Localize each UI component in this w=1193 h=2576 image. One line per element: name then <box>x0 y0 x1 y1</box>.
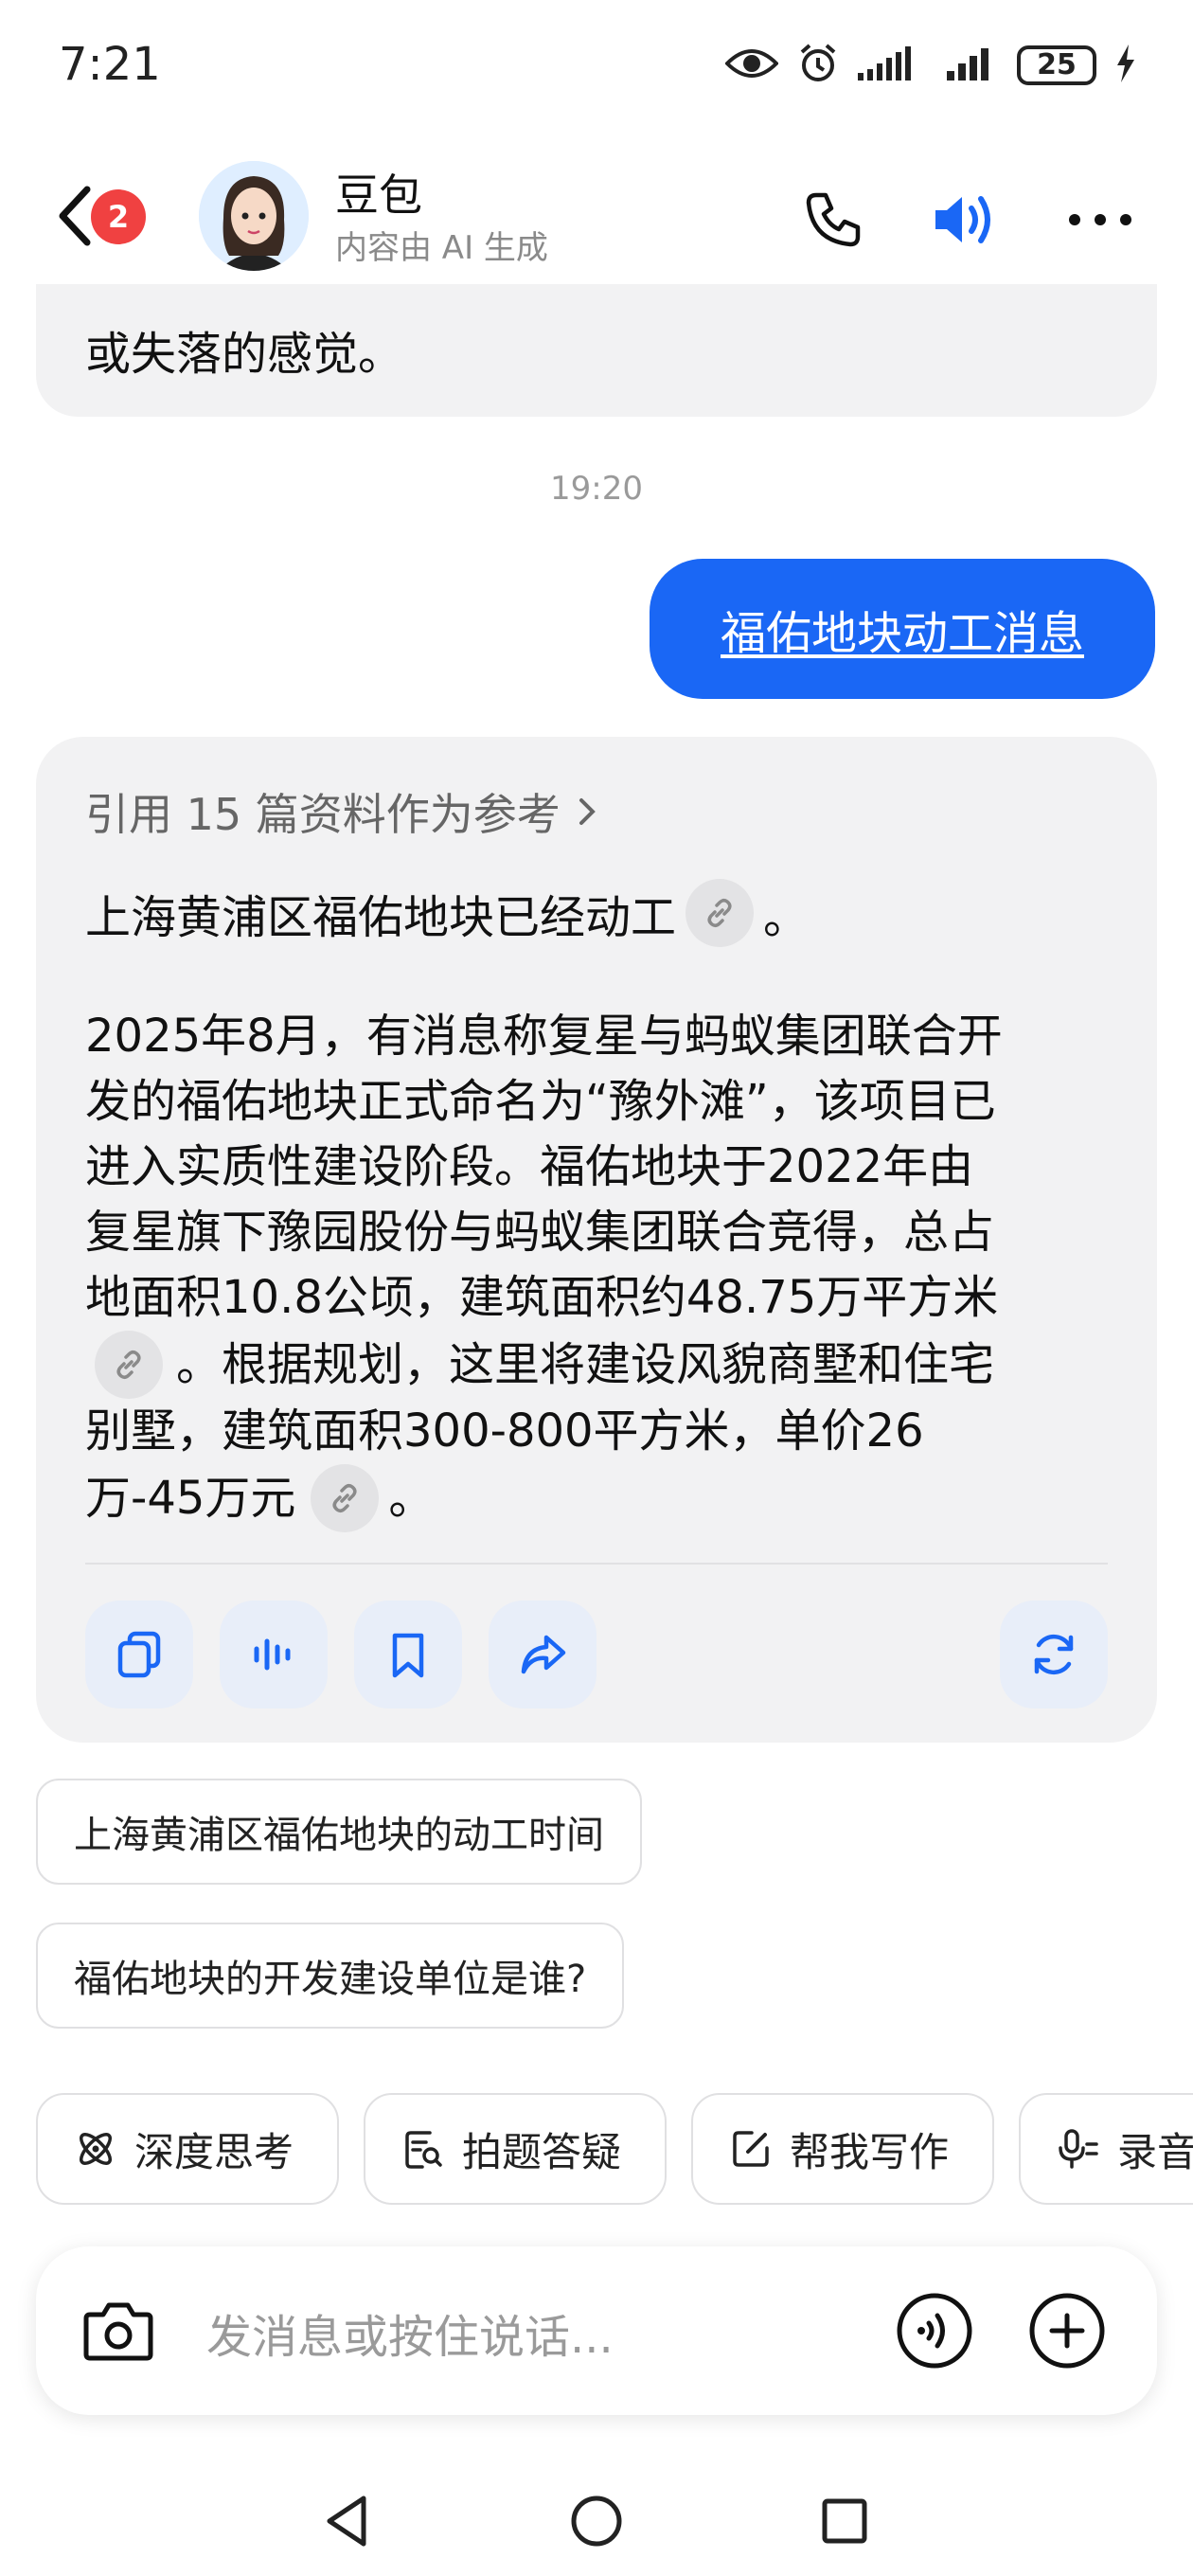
references-text: 引用 15 篇资料作为参考 <box>85 789 561 840</box>
status-bar: 7:21 25 <box>0 0 1193 133</box>
deep-think-button[interactable]: 深度思考 <box>36 2093 339 2205</box>
regenerate-button[interactable] <box>1000 1601 1108 1708</box>
references-link[interactable]: 引用 15 篇资料作为参考 <box>85 780 598 843</box>
answer-divider <box>85 1563 1108 1565</box>
tool-label: 录音 <box>1117 2128 1193 2175</box>
chat-screen: 7:21 25 2 豆包 内容由 AI 生成 或失落的感觉。 19:20 福佑地… <box>0 0 1193 2576</box>
battery-icon: 25 <box>1017 45 1096 85</box>
status-icons: 25 <box>724 42 1136 89</box>
answer-line: 别墅，建筑面积300-800平方米，单价26 <box>85 1404 924 1458</box>
message-input-bar: 发消息或按住说话... <box>36 2246 1157 2415</box>
bot-subtitle: 内容由 AI 生成 <box>335 229 548 267</box>
source-link-button[interactable] <box>95 1331 163 1399</box>
status-time: 7:21 <box>59 38 161 91</box>
circle-home-icon <box>571 2496 622 2547</box>
answer-bubble: 引用 15 篇资料作为参考 上海黄浦区福佑地块已经动工 。 2025年8月，有消… <box>36 737 1157 1743</box>
system-nav-bar <box>0 2462 1193 2576</box>
chat-header: 2 豆包 内容由 AI 生成 <box>0 142 1193 294</box>
message-timestamp: 19:20 <box>550 470 643 508</box>
record-button[interactable]: 录音 <box>1019 2093 1193 2205</box>
previous-message-text: 或失落的感觉。 <box>85 328 404 381</box>
answer-line: 地面积10.8公顷，建筑面积约48.75万平方米 <box>85 1271 999 1324</box>
answer-line: 复星旗下豫园股份与蚂蚁集团联合竞得，总占 <box>85 1206 995 1259</box>
edit-icon <box>733 2131 769 2167</box>
link-icon <box>707 898 732 928</box>
answer-line: 。根据规划，这里将建设风貌商墅和住宅 <box>176 1337 995 1391</box>
answer-summary-text: 上海黄浦区福佑地块已经动工 <box>85 891 677 944</box>
microphone-icon <box>1059 2129 1098 2169</box>
bookmark-button[interactable] <box>354 1601 462 1708</box>
add-button[interactable] <box>1024 2288 1110 2373</box>
share-arrow-icon <box>521 1635 566 1674</box>
answer-line: 2025年8月，有消息称复星与蚂蚁集团联合开 <box>85 1010 1003 1063</box>
share-button[interactable] <box>489 1601 596 1708</box>
link-icon <box>332 1483 357 1513</box>
speaker-icon <box>935 196 990 243</box>
copy-icon <box>117 1631 161 1678</box>
avatar[interactable] <box>199 161 309 271</box>
suggestion-chip[interactable]: 上海黄浦区福佑地块的动工时间 <box>36 1779 642 1885</box>
plus-circle-icon <box>1029 2293 1105 2369</box>
bookmark-icon <box>392 1633 424 1678</box>
square-recents-icon <box>822 2498 867 2544</box>
signal-icon <box>858 45 928 86</box>
refresh-icon <box>1034 1634 1074 1675</box>
previous-message-bubble: 或失落的感觉。 <box>36 284 1157 417</box>
tool-label: 深度思考 <box>134 2128 294 2175</box>
phone-icon <box>806 192 861 247</box>
answer-line: 进入实质性建设阶段。福佑地块于2022年由 <box>85 1140 974 1193</box>
voice-call-button[interactable] <box>892 2288 977 2373</box>
answer-line: 发的福佑地块正式命名为“豫外滩”，该项目已 <box>85 1075 996 1128</box>
atom-icon <box>80 2133 112 2165</box>
audio-wave-icon <box>254 1638 291 1671</box>
suggestion-chip[interactable]: 福佑地块的开发建设单位是谁? <box>36 1923 625 2029</box>
user-message-bubble[interactable]: 福佑地块动工消息 <box>650 559 1155 699</box>
voice-wave-icon <box>897 2293 972 2369</box>
signal-icon <box>947 45 998 86</box>
more-dots-icon <box>1069 214 1131 225</box>
answer-paragraph: 2025年8月，有消息称复星与蚂蚁集团联合开 发的福佑地块正式命名为“豫外滩”，… <box>85 1004 1155 1532</box>
answer-summary-end: 。 <box>763 891 810 944</box>
unread-badge: 2 <box>91 189 146 244</box>
camera-button[interactable] <box>76 2288 161 2373</box>
copy-button[interactable] <box>85 1601 193 1708</box>
alarm-icon <box>797 43 839 88</box>
phone-call-button[interactable] <box>795 182 871 258</box>
answer-line: 。 <box>388 1471 435 1525</box>
speaker-button[interactable] <box>928 182 1004 258</box>
charging-icon <box>1115 45 1136 86</box>
nav-recents-button[interactable] <box>807 2483 882 2559</box>
source-link-button[interactable] <box>686 879 755 947</box>
answer-line: 万-45万元 <box>85 1471 296 1525</box>
nav-back-button[interactable] <box>309 2483 384 2559</box>
tool-label: 拍题答疑 <box>462 2128 622 2175</box>
more-button[interactable] <box>1062 182 1138 258</box>
tool-label: 帮我写作 <box>790 2128 950 2175</box>
camera-icon <box>83 2302 153 2361</box>
message-input[interactable]: 发消息或按住说话... <box>206 2299 614 2366</box>
answer-summary: 上海黄浦区福佑地块已经动工 。 <box>85 879 809 947</box>
user-message-text: 福佑地块动工消息 <box>720 607 1084 660</box>
link-icon <box>116 1350 141 1380</box>
nav-home-button[interactable] <box>559 2483 634 2559</box>
scan-doc-icon <box>405 2131 442 2169</box>
chevron-right-icon <box>579 798 596 825</box>
source-link-button[interactable] <box>311 1464 380 1532</box>
read-aloud-button[interactable] <box>220 1601 328 1708</box>
tool-bar: 深度思考 拍题答疑 帮我写作 录音 <box>36 2093 1193 2207</box>
writing-assist-button[interactable]: 帮我写作 <box>691 2093 994 2205</box>
photo-question-button[interactable]: 拍题答疑 <box>364 2093 667 2205</box>
triangle-back-icon <box>327 2496 366 2547</box>
eye-icon <box>724 45 779 86</box>
bot-name: 豆包 <box>335 170 422 221</box>
